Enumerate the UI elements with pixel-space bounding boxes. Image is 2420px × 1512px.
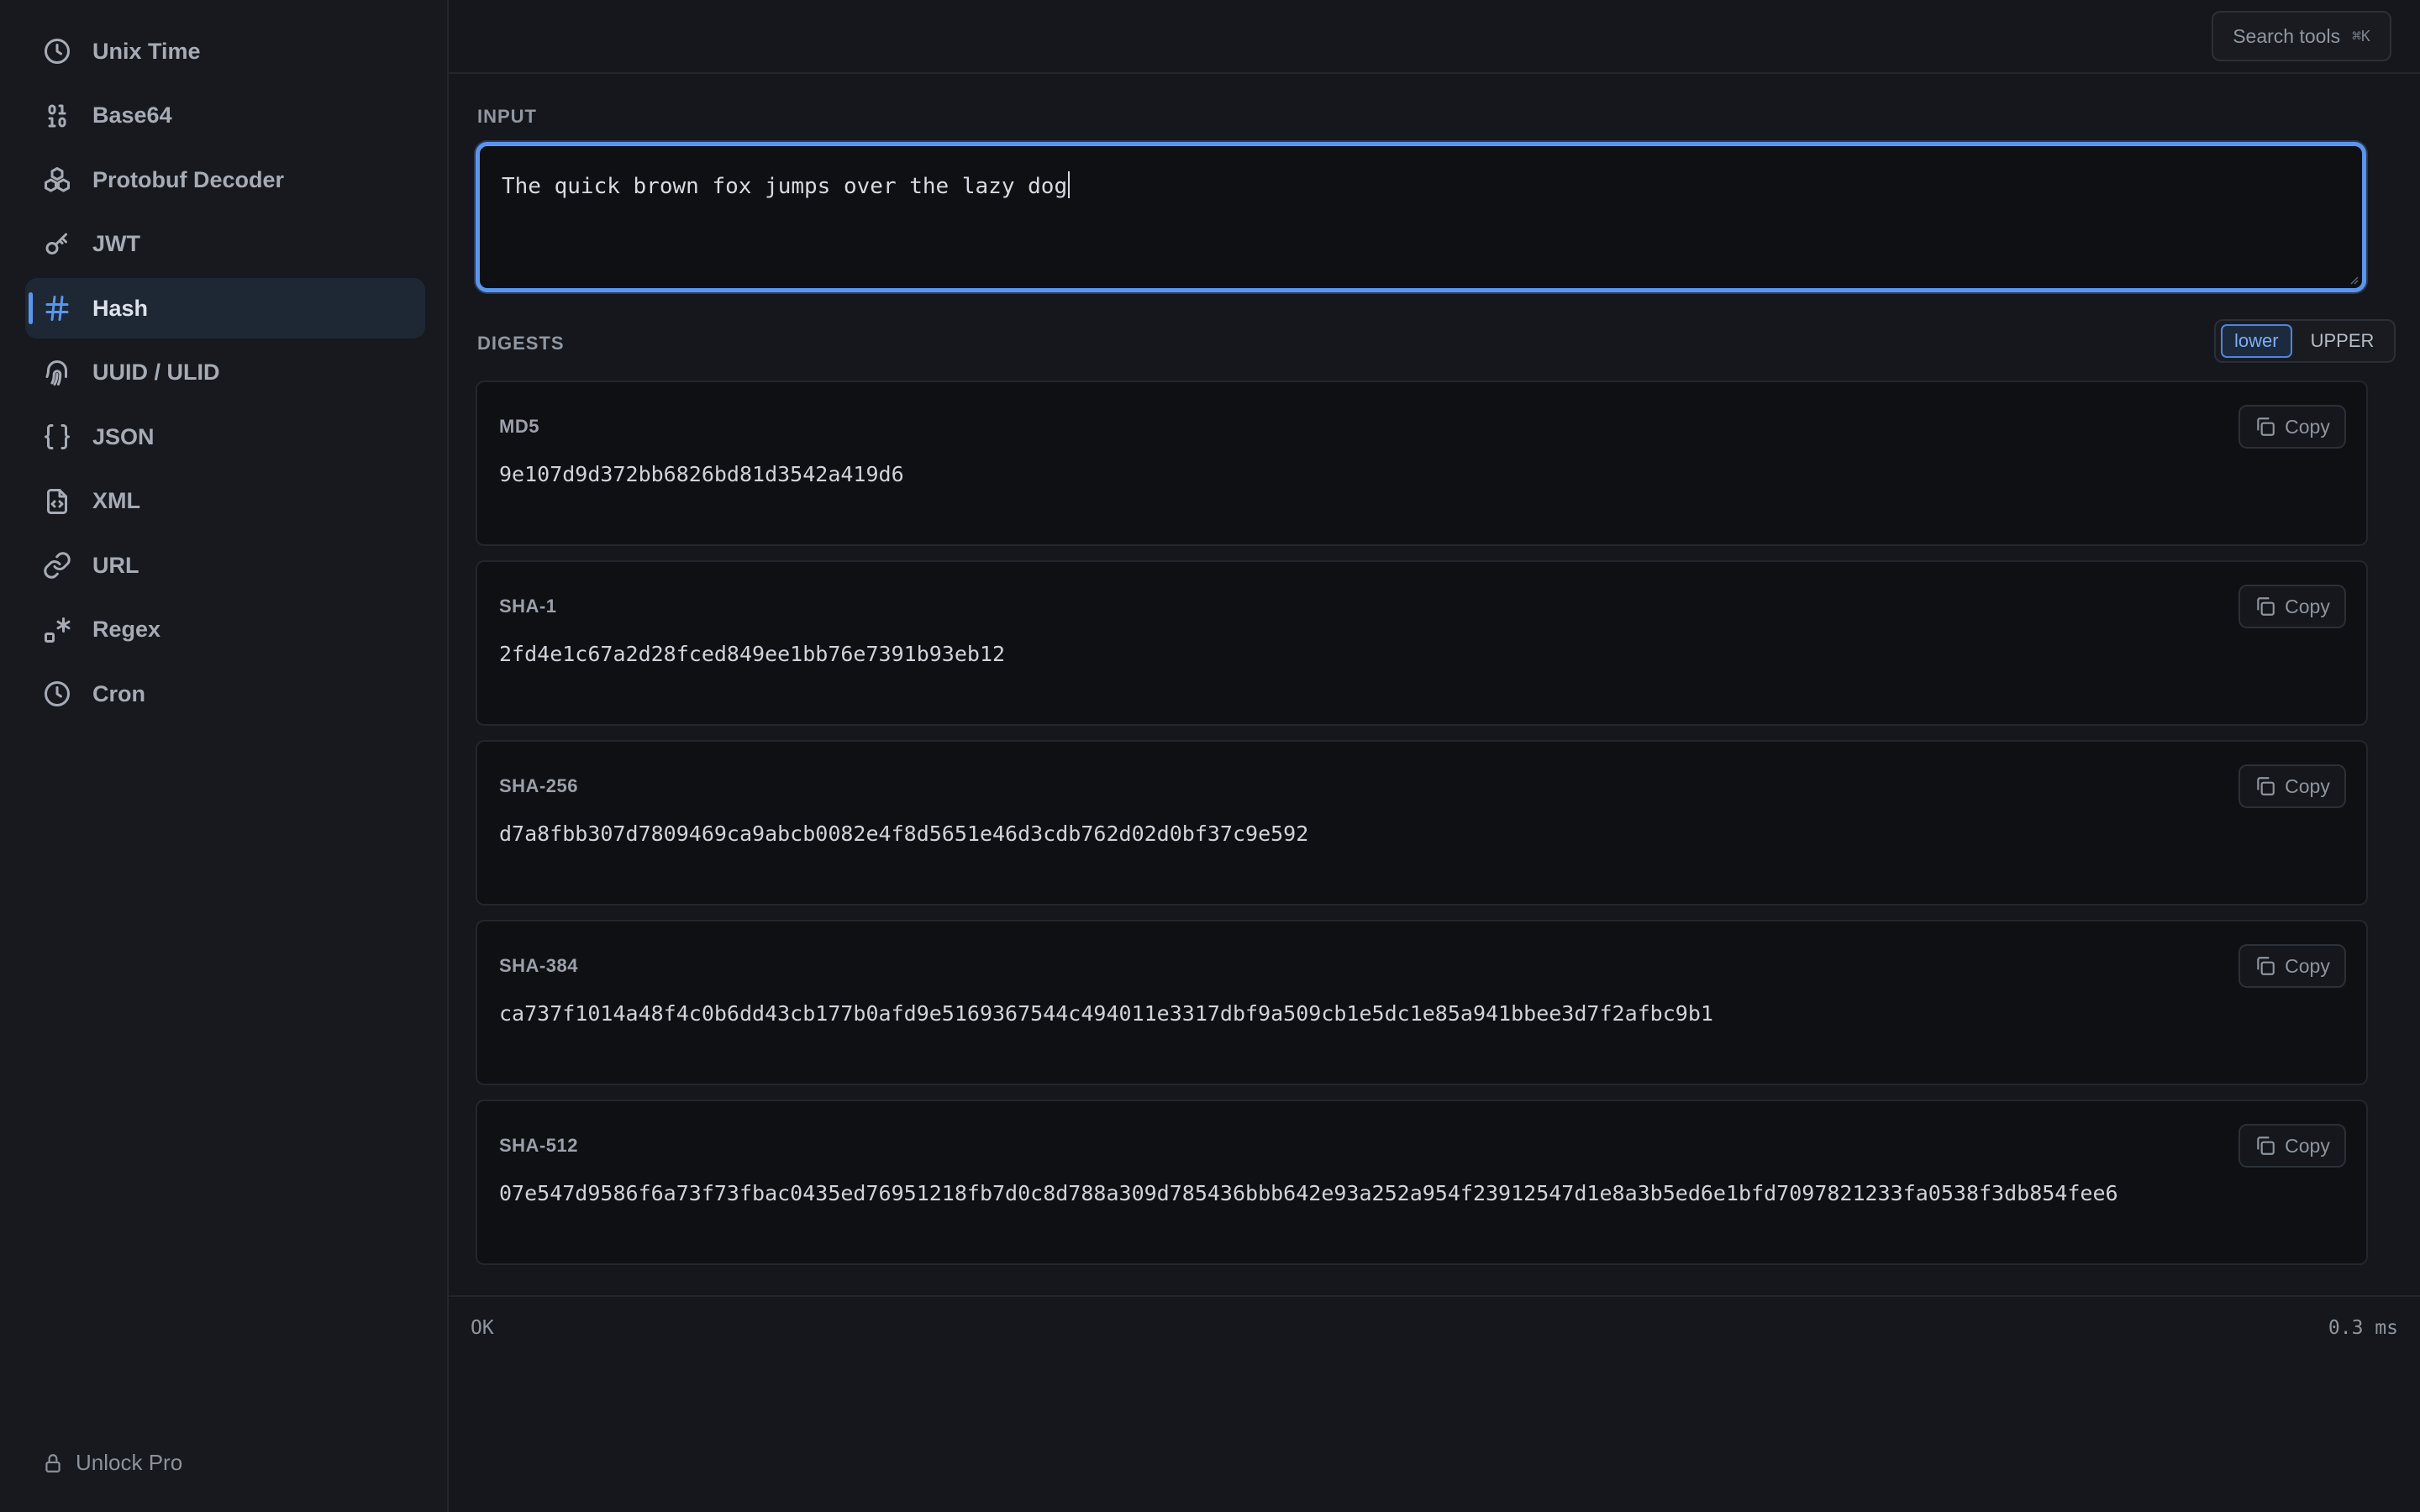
sidebar-item-unix-time[interactable]: Unix Time [25, 21, 425, 81]
copy-icon [2257, 957, 2275, 975]
digest-name: SHA-384 [499, 955, 578, 976]
digest-card-sha256: SHA-256 Copy d7a8fbb307d7809469ca9abcb00… [476, 740, 2368, 906]
input-value: The quick brown fox jumps over the lazy … [502, 174, 1068, 199]
sidebar-item-label: URL [92, 552, 139, 578]
search-tools-button[interactable]: Search tools ⌘K [2212, 11, 2391, 61]
resize-grip-icon[interactable] [2349, 275, 2359, 285]
digest-name: SHA-256 [499, 775, 578, 796]
digest-card-md5: MD5 Copy 9e107d9d372bb6826bd81d3542a419d… [476, 381, 2368, 546]
copy-icon [2257, 417, 2275, 436]
status-bar: OK 0.3 ms [449, 1295, 2420, 1359]
sidebar-item-regex[interactable]: Regex [25, 600, 425, 660]
copy-label: Copy [2285, 1134, 2330, 1157]
sidebar-item-label: Protobuf Decoder [92, 166, 285, 192]
timing-text: 0.3 ms [2328, 1317, 2398, 1339]
copy-icon [2257, 777, 2275, 795]
copy-label: Copy [2285, 954, 2330, 977]
digest-name: SHA-1 [499, 596, 557, 617]
sidebar-item-cron[interactable]: Cron [25, 664, 425, 724]
sidebar-item-label: Hash [92, 295, 149, 321]
key-icon [40, 228, 74, 261]
digest-name: SHA-512 [499, 1135, 578, 1156]
digest-value: 07e547d9586f6a73f73fbac0435ed76951218fb7… [499, 1181, 2118, 1205]
copy-button[interactable]: Copy [2238, 944, 2346, 988]
case-upper-button[interactable]: UPPER [2299, 324, 2386, 358]
sidebar-item-base64[interactable]: Base64 [25, 86, 425, 146]
clock-icon [40, 34, 74, 68]
unlock-pro-label: Unlock Pro [76, 1450, 183, 1475]
fingerprint-icon [40, 356, 74, 390]
input-section-label: INPUT [477, 106, 537, 127]
app-window: Unix Time Base64 Protobuf Decoder JWT Ha… [0, 0, 2420, 1512]
braces-icon [40, 420, 74, 454]
digest-value: 2fd4e1c67a2d28fced849ee1bb76e7391b93eb12 [499, 642, 1006, 666]
clock-icon [40, 677, 74, 711]
copy-button[interactable]: Copy [2238, 1124, 2346, 1168]
digest-card-sha1: SHA-1 Copy 2fd4e1c67a2d28fced849ee1bb76e… [476, 560, 2368, 726]
boxes-icon [40, 163, 74, 197]
copy-button[interactable]: Copy [2238, 585, 2346, 628]
copy-label: Copy [2285, 774, 2330, 797]
tool-nav: Unix Time Base64 Protobuf Decoder JWT Ha… [0, 21, 449, 728]
hash-icon [40, 291, 74, 325]
copy-label: Copy [2285, 595, 2330, 617]
binary-icon [40, 99, 74, 133]
regex-icon [40, 613, 74, 647]
search-tools-label: Search tools [2233, 24, 2341, 47]
digest-value: d7a8fbb307d7809469ca9abcb0082e4f8d5651e4… [499, 822, 1309, 846]
status-text: OK [471, 1317, 494, 1339]
sidebar-item-json[interactable]: JSON [25, 407, 425, 467]
sidebar-item-protobuf-decoder[interactable]: Protobuf Decoder [25, 150, 425, 210]
digest-card-sha512: SHA-512 Copy 07e547d9586f6a73f73fbac0435… [476, 1100, 2368, 1265]
sidebar: Unix Time Base64 Protobuf Decoder JWT Ha… [0, 0, 449, 1512]
sidebar-item-label: Base64 [92, 102, 172, 128]
sidebar-item-uuid-ulid[interactable]: UUID / ULID [25, 343, 425, 403]
case-toggle: lower UPPER [2214, 319, 2396, 363]
copy-icon [2257, 597, 2275, 616]
sidebar-item-hash[interactable]: Hash [25, 278, 425, 339]
file-code-icon [40, 485, 74, 518]
sidebar-item-label: Unix Time [92, 38, 201, 64]
keyboard-shortcut: ⌘K [2352, 27, 2370, 45]
sidebar-item-label: JWT [92, 231, 140, 256]
digests-section-label: DIGESTS [477, 333, 565, 354]
sidebar-item-label: JSON [92, 423, 155, 449]
copy-label: Copy [2285, 415, 2330, 438]
topbar: Search tools ⌘K [449, 0, 2420, 74]
sidebar-item-label: Cron [92, 680, 145, 706]
copy-icon [2257, 1137, 2275, 1155]
copy-button[interactable]: Copy [2238, 405, 2346, 449]
digest-value: 9e107d9d372bb6826bd81d3542a419d6 [499, 462, 904, 486]
sidebar-item-url[interactable]: URL [25, 535, 425, 596]
sidebar-item-label: Regex [92, 617, 161, 642]
input-text: The quick brown fox jumps over the lazy … [502, 171, 1071, 199]
sidebar-item-label: XML [92, 488, 140, 513]
text-caret [1068, 171, 1071, 198]
sidebar-item-label: UUID / ULID [92, 360, 220, 385]
input-textarea[interactable]: The quick brown fox jumps over the lazy … [476, 142, 2366, 292]
sidebar-item-jwt[interactable]: JWT [25, 214, 425, 275]
case-lower-button[interactable]: lower [2221, 324, 2292, 358]
digest-name: MD5 [499, 416, 539, 437]
unlock-pro-link[interactable]: Unlock Pro [42, 1450, 182, 1476]
digest-card-sha384: SHA-384 Copy ca737f1014a48f4c0b6dd43cb17… [476, 920, 2368, 1085]
digest-value: ca737f1014a48f4c0b6dd43cb177b0afd9e51693… [499, 1001, 1713, 1026]
copy-button[interactable]: Copy [2238, 764, 2346, 808]
sidebar-item-xml[interactable]: XML [25, 471, 425, 532]
lock-icon [45, 1453, 60, 1473]
link-icon [40, 549, 74, 582]
